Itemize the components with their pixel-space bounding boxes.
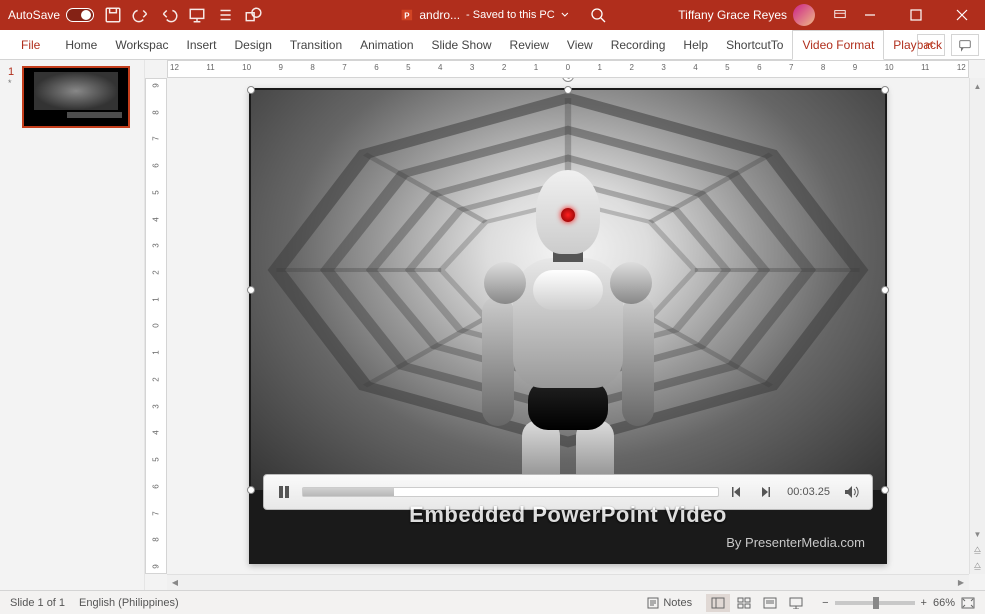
zoom-controls: − + 66% (822, 597, 975, 609)
notes-toggle[interactable]: Notes (647, 597, 692, 609)
filename-group: P andro... - Saved to this PC (399, 8, 568, 22)
autosave-toggle[interactable] (66, 8, 94, 22)
tab-recording[interactable]: Recording (602, 30, 675, 60)
next-frame-button[interactable] (755, 482, 775, 502)
tab-video-format[interactable]: Video Format (792, 30, 884, 60)
vertical-ruler: 9876543210123456789 (145, 78, 167, 574)
scroll-left-icon[interactable]: ◀ (167, 575, 183, 590)
normal-view-button[interactable] (706, 594, 730, 612)
quick-access-toolbar (104, 6, 262, 24)
autosave-group: AutoSave (0, 8, 94, 22)
resize-handle-br[interactable] (881, 486, 889, 494)
autosave-label: AutoSave (8, 8, 60, 22)
sorter-view-button[interactable] (732, 594, 756, 612)
zoom-out-button[interactable]: − (822, 597, 828, 609)
tab-help[interactable]: Help (674, 30, 717, 60)
slide-number: 1 (8, 66, 22, 78)
notes-icon (647, 597, 659, 609)
zoom-slider[interactable] (835, 601, 915, 605)
resize-handle-bl[interactable] (247, 486, 255, 494)
slide-counter[interactable]: Slide 1 of 1 (10, 597, 65, 609)
shapes-icon[interactable] (244, 6, 262, 24)
tab-slideshow[interactable]: Slide Show (423, 30, 501, 60)
window-controls (847, 0, 985, 30)
tab-workspace[interactable]: Workspac (106, 30, 177, 60)
comments-button[interactable] (951, 34, 979, 56)
resize-handle-mr[interactable] (881, 286, 889, 294)
share-button[interactable] (917, 34, 945, 56)
slide-canvas[interactable]: ⟲ 00:03.25 (167, 78, 969, 574)
user-area[interactable]: Tiffany Grace Reyes (678, 4, 815, 26)
resize-handle-tm[interactable] (564, 86, 572, 94)
playback-time: 00:03.25 (787, 486, 830, 498)
status-bar: Slide 1 of 1 English (Philippines) Notes… (0, 590, 985, 614)
scroll-down-icon[interactable]: ▼ (974, 526, 982, 542)
list-icon[interactable] (216, 6, 234, 24)
svg-text:P: P (404, 12, 409, 21)
video-object-selection[interactable]: ⟲ (251, 90, 885, 490)
slide-title-text: Embedded PowerPoint Video (249, 502, 887, 528)
robot-eye (561, 208, 575, 222)
prev-frame-button[interactable] (727, 482, 747, 502)
language-indicator[interactable]: English (Philippines) (79, 597, 179, 609)
vertical-scrollbar[interactable]: ▲ ▼ ⧋ ⧋ (969, 78, 985, 574)
zoom-in-button[interactable]: + (921, 597, 927, 609)
fit-window-icon[interactable] (961, 597, 975, 609)
reading-view-button[interactable] (758, 594, 782, 612)
tab-animation[interactable]: Animation (351, 30, 422, 60)
save-status: - Saved to this PC (466, 9, 555, 21)
slide-animation-indicator: * (8, 78, 22, 88)
thumbnail-pane: 1 * (0, 60, 145, 590)
tab-file[interactable]: File (12, 30, 56, 60)
scroll-right-icon[interactable]: ▶ (953, 575, 969, 590)
undo-icon[interactable] (132, 6, 150, 24)
resize-handle-tr[interactable] (881, 86, 889, 94)
horizontal-ruler: 1211109876543210123456789101112 (167, 60, 969, 78)
pause-button[interactable] (274, 482, 294, 502)
robot-figure (478, 170, 658, 490)
rotate-handle[interactable]: ⟲ (562, 78, 574, 82)
search-icon[interactable] (590, 7, 606, 23)
tab-home[interactable]: Home (56, 30, 106, 60)
video-frame (251, 90, 885, 490)
document-name: andro... (419, 8, 460, 22)
avatar (793, 4, 815, 26)
tab-transition[interactable]: Transition (281, 30, 351, 60)
prev-slide-icon[interactable]: ⧋ (974, 542, 982, 558)
slide-edit-area: 1211109876543210123456789101112 98765432… (145, 60, 985, 590)
maximize-button[interactable] (893, 0, 939, 30)
tab-view[interactable]: View (558, 30, 602, 60)
presentation-file-icon: P (399, 8, 413, 22)
next-slide-icon[interactable]: ⧋ (974, 558, 982, 574)
seek-track[interactable] (302, 487, 719, 497)
minimize-button[interactable] (847, 0, 893, 30)
save-icon[interactable] (104, 6, 122, 24)
zoom-slider-thumb[interactable] (873, 597, 879, 609)
main-area: 1 * 1211109876543210123456789101112 9876… (0, 60, 985, 590)
resize-handle-tl[interactable] (247, 86, 255, 94)
chevron-down-icon[interactable] (561, 11, 569, 19)
zoom-percent[interactable]: 66% (933, 597, 955, 609)
horizontal-scrollbar[interactable]: ◀ ▶ (167, 574, 969, 590)
close-button[interactable] (939, 0, 985, 30)
title-bar: AutoSave P andro... - Saved to this PC T… (0, 0, 985, 30)
slide-credit-text: By PresenterMedia.com (726, 535, 865, 550)
tab-review[interactable]: Review (501, 30, 558, 60)
slide: ⟲ 00:03.25 (249, 88, 887, 564)
scroll-up-icon[interactable]: ▲ (970, 78, 985, 94)
redo-icon[interactable] (160, 6, 178, 24)
ribbon-tabs: File Home Workspac Insert Design Transit… (0, 30, 985, 60)
resize-handle-ml[interactable] (247, 286, 255, 294)
user-name: Tiffany Grace Reyes (678, 8, 787, 22)
tab-shortcut[interactable]: ShortcutTo (717, 30, 792, 60)
slide-thumbnail-1[interactable] (22, 66, 130, 128)
tab-design[interactable]: Design (226, 30, 281, 60)
tab-insert[interactable]: Insert (178, 30, 226, 60)
view-buttons (706, 594, 808, 612)
ribbon-display-icon[interactable] (833, 8, 847, 22)
slideshow-view-button[interactable] (784, 594, 808, 612)
seek-progress (303, 488, 394, 496)
present-icon[interactable] (188, 6, 206, 24)
volume-button[interactable] (842, 482, 862, 502)
